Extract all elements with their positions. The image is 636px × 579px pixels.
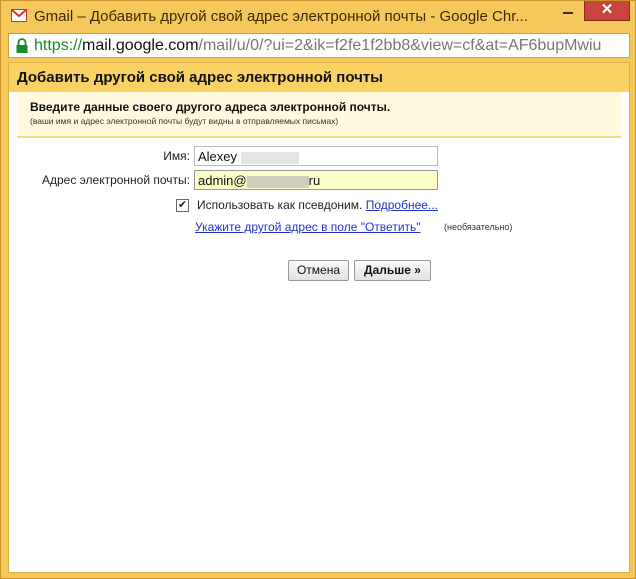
dialog-title: Добавить другой свой адрес электронной п…	[17, 69, 383, 86]
url-scheme: https://	[34, 37, 83, 54]
address-bar[interactable]: https://mail.google.com/mail/u/0/?ui=2&i…	[8, 33, 630, 58]
url-host: mail.google.com	[82, 37, 199, 54]
instruction-text: Введите данные своего другого адреса эле…	[30, 100, 391, 114]
email-value-suffix: ru	[308, 173, 321, 188]
browser-window: Gmail – Добавить другой свой адрес элект…	[0, 0, 636, 579]
email-value-prefix: admin@	[198, 173, 247, 188]
dialog-header: Добавить другой свой адрес электронной п…	[9, 63, 629, 92]
alias-option: Использовать как псевдоним. Подробнее...	[197, 198, 438, 212]
email-label: Адрес электронной почты:	[41, 173, 190, 187]
learn-more-link[interactable]: Подробнее...	[366, 198, 438, 212]
alias-label: Использовать как псевдоним.	[197, 198, 363, 212]
url-path: /mail/u/0/?ui=2&ik=f2fe1f2bb8&view=cf&at…	[198, 37, 602, 54]
name-label: Имя:	[163, 149, 190, 163]
instruction-box: Введите данные своего другого адреса эле…	[17, 92, 621, 138]
window-title: Gmail – Добавить другой свой адрес элект…	[34, 8, 528, 25]
email-field[interactable]: admin@ ru	[194, 170, 438, 190]
dialog-content: Добавить другой свой адрес электронной п…	[8, 62, 630, 573]
reply-to-link[interactable]: Укажите другой адрес в поле "Ответить"	[195, 220, 421, 234]
optional-note: (необязательно)	[444, 222, 513, 232]
cancel-button[interactable]: Отмена	[288, 260, 349, 281]
redacted-surname	[240, 151, 299, 164]
redacted-domain	[246, 175, 309, 188]
title-bar[interactable]: Gmail – Добавить другой свой адрес элект…	[1, 1, 635, 31]
url-text[interactable]: https://mail.google.com/mail/u/0/?ui=2&i…	[34, 37, 601, 55]
instruction-note: (ваши имя и адрес электронной почты буду…	[30, 116, 339, 126]
name-value: Alexey	[198, 149, 238, 164]
alias-checkbox[interactable]: ✔	[176, 199, 189, 212]
next-button[interactable]: Дальше »	[354, 260, 431, 281]
name-field[interactable]: Alexey	[194, 146, 438, 166]
lock-icon	[16, 38, 28, 53]
minimize-button[interactable]	[555, 1, 581, 21]
close-button[interactable]: ✕	[584, 1, 630, 21]
gmail-icon	[11, 9, 27, 22]
